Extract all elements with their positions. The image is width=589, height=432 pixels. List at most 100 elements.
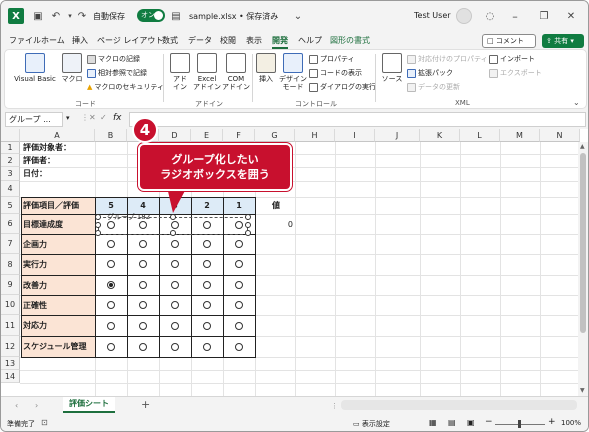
export-button[interactable]: エクスポート	[489, 68, 542, 78]
select-all-corner[interactable]	[1, 129, 20, 142]
zoom-in-icon[interactable]: +	[548, 417, 556, 427]
insert-control-button[interactable]: 挿入	[255, 53, 277, 83]
page-layout-icon[interactable]: ▤	[448, 418, 456, 427]
design-mode-button[interactable]: デザイン モード	[278, 53, 308, 91]
collapse-ribbon-icon[interactable]: ⌄	[573, 98, 580, 107]
com-addins-button[interactable]: COM アドイン	[222, 53, 250, 91]
refresh-data-button[interactable]: データの更新	[407, 82, 460, 92]
resize-handle[interactable]	[170, 230, 176, 236]
horizontal-scrollbar[interactable]	[341, 400, 577, 410]
column-header[interactable]: H	[295, 129, 335, 142]
radio-button[interactable]	[139, 221, 147, 229]
column-header[interactable]: M	[500, 129, 540, 142]
row-header[interactable]: 3	[1, 167, 20, 181]
expansion-packs-button[interactable]: 拡張パック	[407, 68, 453, 78]
undo-icon[interactable]: ↶	[49, 9, 63, 23]
row-header[interactable]: 10	[1, 295, 20, 315]
item-label[interactable]: 対応力	[23, 316, 47, 336]
radio-button[interactable]	[139, 240, 147, 248]
resize-handle[interactable]	[245, 214, 251, 220]
chevron-down-icon[interactable]: ⌄	[291, 9, 305, 23]
visual-basic-button[interactable]: Visual Basic	[13, 53, 57, 83]
resize-handle[interactable]	[245, 230, 251, 236]
radio-button[interactable]	[235, 322, 243, 330]
source-button[interactable]: ソース	[380, 53, 404, 83]
item-label[interactable]: 改善力	[23, 276, 47, 296]
radio-button[interactable]	[171, 343, 179, 351]
row-header[interactable]: 5	[1, 197, 20, 214]
evaluator-label[interactable]: 評価者：	[23, 154, 55, 167]
item-label[interactable]: 企画力	[23, 235, 47, 255]
share-button[interactable]: ⇪ 共有 ▾	[542, 34, 584, 48]
column-header[interactable]: L	[460, 129, 500, 142]
radio-button[interactable]	[235, 221, 243, 229]
zoom-out-icon[interactable]: −	[485, 417, 493, 427]
radio-button[interactable]	[139, 260, 147, 268]
radio-button[interactable]	[171, 260, 179, 268]
column-header[interactable]: F	[223, 129, 255, 142]
tab-review[interactable]: 校閲	[220, 35, 236, 46]
radio-button[interactable]	[139, 281, 147, 289]
comment-button[interactable]: □ コメント	[482, 34, 536, 48]
tab-shape-format[interactable]: 図形の書式	[330, 35, 370, 46]
tab-formulas[interactable]: 数式	[162, 35, 178, 46]
resize-handle[interactable]	[95, 222, 101, 228]
column-header[interactable]: N	[540, 129, 580, 142]
zoom-level[interactable]: 100%	[561, 419, 581, 427]
tab-data[interactable]: データ	[188, 35, 212, 46]
tab-insert[interactable]: 挿入	[72, 35, 88, 46]
cancel-icon[interactable]: ✕	[89, 113, 96, 122]
document-title[interactable]: sample.xlsx • 保存済み	[189, 11, 278, 22]
fx-icon[interactable]: fx	[113, 113, 122, 123]
row-header[interactable]: 1	[1, 142, 20, 154]
radio-button[interactable]	[107, 221, 115, 229]
evaluatee-label[interactable]: 評価対象者：	[23, 142, 71, 154]
view-code-button[interactable]: コードの表示	[309, 68, 362, 78]
row-header[interactable]: 2	[1, 154, 20, 167]
radio-button[interactable]	[107, 322, 115, 330]
radio-button[interactable]	[171, 301, 179, 309]
value-header[interactable]: 値	[257, 198, 295, 214]
value-cell[interactable]: 0	[257, 217, 295, 232]
row-header[interactable]: 9	[1, 275, 20, 295]
close-icon[interactable]: ✕	[564, 9, 578, 23]
row-header[interactable]: 4	[1, 181, 20, 197]
lightbulb-icon[interactable]: ◌	[483, 9, 497, 23]
avatar[interactable]	[456, 8, 472, 24]
radio-button[interactable]	[139, 322, 147, 330]
radio-button[interactable]	[203, 221, 211, 229]
minimize-icon[interactable]: –	[508, 9, 522, 23]
prev-sheet-icon[interactable]: ‹	[15, 401, 18, 410]
radio-button[interactable]	[235, 260, 243, 268]
display-settings-button[interactable]: ▭ 表示設定	[353, 419, 390, 429]
scroll-up-icon[interactable]: ▲	[580, 143, 585, 150]
column-header[interactable]: B	[95, 129, 127, 142]
column-header[interactable]: A	[20, 129, 95, 142]
tab-help[interactable]: ヘルプ	[298, 35, 322, 46]
zoom-slider-thumb[interactable]	[518, 420, 521, 428]
tab-developer[interactable]: 開発	[272, 35, 288, 49]
radio-button[interactable]	[171, 281, 179, 289]
radio-button[interactable]	[107, 260, 115, 268]
sheet-tab-active[interactable]: 評価シート	[63, 397, 115, 413]
name-box-dropdown-icon[interactable]: ▾	[66, 114, 70, 122]
radio-button[interactable]	[139, 343, 147, 351]
row-header[interactable]: 8	[1, 254, 20, 275]
user-name[interactable]: Test User	[414, 11, 451, 20]
next-sheet-icon[interactable]: ›	[35, 401, 38, 410]
date-label[interactable]: 日付：	[23, 167, 47, 181]
score-header[interactable]: 1	[223, 198, 255, 214]
properties-button[interactable]: プロパティ	[309, 54, 355, 64]
name-box[interactable]: グループ ...	[5, 112, 63, 127]
record-macro-button[interactable]: マクロの記録	[87, 54, 140, 64]
row-header[interactable]: 11	[1, 315, 20, 336]
radio-button-selected[interactable]	[107, 281, 115, 289]
resize-handle[interactable]	[95, 214, 101, 220]
resize-handle[interactable]	[95, 230, 101, 236]
radio-button[interactable]	[107, 343, 115, 351]
formula-input[interactable]	[129, 112, 586, 127]
radio-button[interactable]	[235, 343, 243, 351]
radio-button[interactable]	[107, 240, 115, 248]
scrollbar-thumb[interactable]	[580, 153, 586, 333]
page-break-icon[interactable]: ▣	[467, 418, 475, 427]
